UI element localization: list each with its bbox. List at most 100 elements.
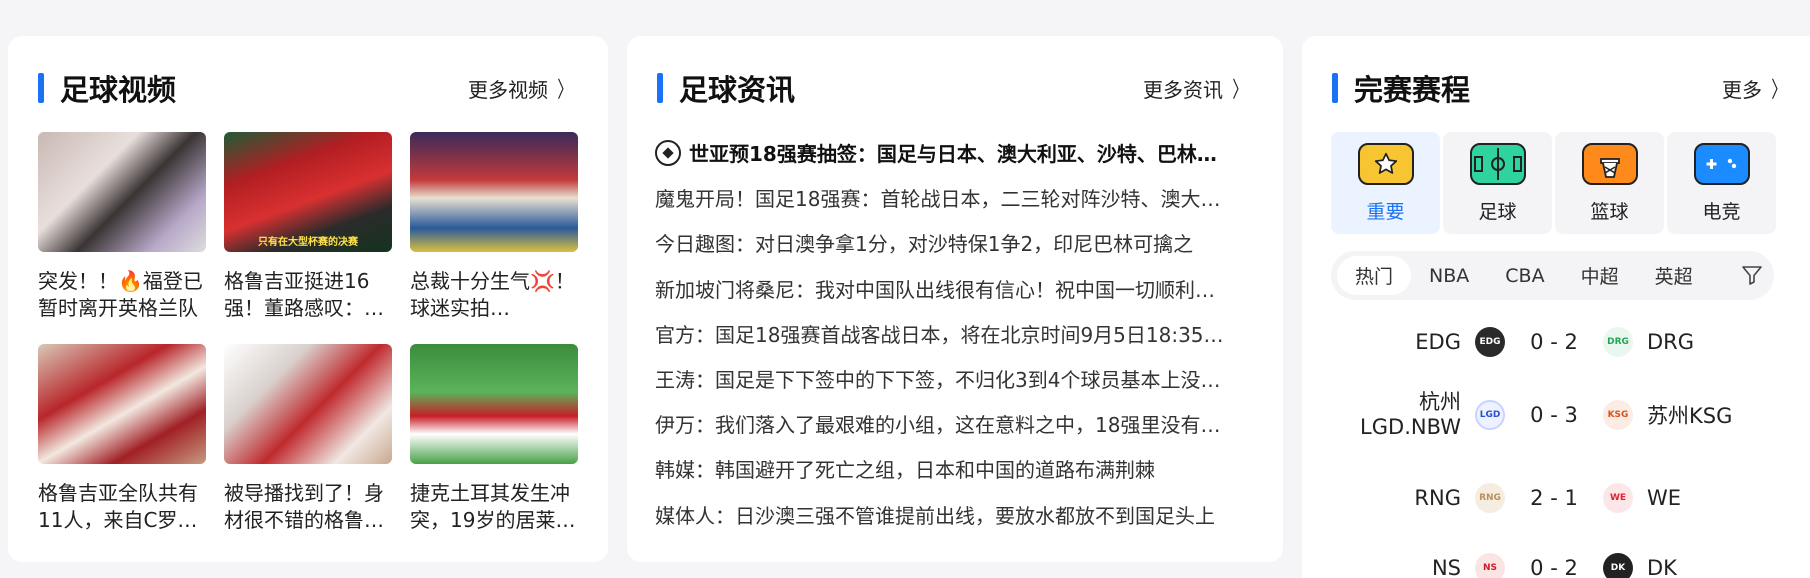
team-logo: KSG	[1603, 400, 1633, 430]
chevron-right-icon: 〉	[1232, 78, 1248, 103]
tab-cba[interactable]: CBA	[1487, 256, 1562, 295]
news-item[interactable]: 伊万：我们落入了最艰难的小组，这在意料之中，18强里没有…	[655, 401, 1255, 446]
news-item[interactable]: 新加坡门将桑尼：我对中国队出线很有信心！祝中国一切顺利…	[655, 266, 1255, 311]
soccer-field-icon	[1469, 142, 1526, 185]
news-item-text[interactable]: 新加坡门将桑尼：我对中国队出线很有信心！祝中国一切顺利…	[655, 274, 1215, 303]
category-label: 足球	[1478, 200, 1517, 223]
sport-category-tabs: 重要 足球 篮球 电竞	[1331, 132, 1776, 234]
news-item-text[interactable]: 官方：国足18强赛首战客战日本，将在北京时间9月5日18:35…	[655, 319, 1224, 348]
video-caption[interactable]: 总裁十分生气💢！球迷实拍…	[410, 268, 578, 322]
video-item[interactable]: 被导播找到了！身材很不错的格鲁…	[224, 344, 392, 534]
video-grid: 突发！！🔥福登已暂时离开英格兰队 只有在大型杯赛的决赛 格鲁吉亚挺进16强！董路…	[38, 132, 578, 534]
video-card-title: 足球视频	[38, 67, 176, 109]
home-team-name: RNG	[1414, 485, 1461, 510]
star-icon	[1357, 142, 1414, 185]
news-item-text[interactable]: 王涛：国足是下下签中的下下签，不归化3到4个球员基本上没…	[655, 364, 1220, 393]
schedule-card-title: 完赛赛程	[1332, 67, 1470, 109]
more-videos-label: 更多视频	[467, 77, 548, 102]
match-list: EDG EDG 0 - 2 DRG DRG 杭州LGD.NBW LGD 0 - …	[1331, 312, 1774, 578]
team-logo: EDG	[1475, 327, 1505, 357]
news-item[interactable]: 官方：国足18强赛首战客战日本，将在北京时间9月5日18:35…	[655, 311, 1255, 356]
match-score: 2 - 1	[1530, 486, 1578, 510]
news-card-header: 足球资讯 更多资讯 〉	[657, 68, 1251, 108]
video-caption[interactable]: 突发！！🔥福登已暂时离开英格兰队	[38, 268, 206, 322]
category-esports[interactable]: 电竞	[1667, 132, 1776, 234]
league-tabs: 热门 NBA CBA 中超 英超	[1331, 251, 1774, 300]
tab-epl[interactable]: 英超	[1637, 256, 1711, 295]
category-football[interactable]: 足球	[1443, 132, 1552, 234]
chevron-right-icon: 〉	[557, 78, 573, 103]
news-item-text[interactable]: 媒体人：日沙澳三强不管谁提前出线，要放水都放不到国足头上	[655, 500, 1215, 529]
match-row[interactable]: RNG RNG 2 - 1 WE WE	[1331, 458, 1774, 538]
video-caption[interactable]: 格鲁吉亚全队共有11人，来自C罗…	[38, 480, 206, 534]
football-video-card: 足球视频 更多视频 〉 突发！！🔥福登已暂时离开英格兰队 只有在大型杯赛的决赛 …	[8, 36, 608, 562]
video-item[interactable]: 格鲁吉亚全队共有11人，来自C罗…	[38, 344, 206, 534]
video-item[interactable]: 捷克土耳其发生冲突，19岁的居莱…	[410, 344, 578, 534]
news-title-text: 足球资讯	[679, 73, 796, 107]
away-team-name: DRG	[1647, 330, 1695, 354]
video-thumbnail[interactable]: 只有在大型杯赛的决赛	[224, 132, 392, 252]
schedule-title-text: 完赛赛程	[1354, 73, 1471, 107]
team-logo: DK	[1603, 553, 1633, 578]
video-item[interactable]: 突发！！🔥福登已暂时离开英格兰队	[38, 132, 206, 322]
video-caption[interactable]: 被导播找到了！身材很不错的格鲁…	[224, 480, 392, 534]
more-news-label: 更多资讯	[1142, 77, 1223, 102]
news-item-text[interactable]: 韩媒：韩国避开了死亡之组，日本和中国的道路布满荆棘	[655, 454, 1155, 483]
video-item[interactable]: 只有在大型杯赛的决赛 格鲁吉亚挺进16强！董路感叹：…	[224, 132, 392, 322]
team-logo: LGD	[1475, 400, 1505, 430]
tab-nba[interactable]: NBA	[1411, 256, 1487, 295]
video-thumbnail[interactable]	[410, 132, 578, 252]
news-item[interactable]: 王涛：国足是下下签中的下下签，不归化3到4个球员基本上没…	[655, 356, 1255, 401]
tab-hot[interactable]: 热门	[1337, 256, 1412, 295]
news-item-text[interactable]: 今日趣图：对日澳争拿1分，对沙特保1争2，印尼巴林可擒之	[655, 228, 1193, 257]
football-news-card: 足球资讯 更多资讯 〉 世亚预18强赛抽签：国足与日本、澳大利亚、沙特、巴林… …	[627, 36, 1283, 562]
more-videos-link[interactable]: 更多视频 〉	[468, 72, 576, 104]
news-headline-text[interactable]: 世亚预18强赛抽签：国足与日本、澳大利亚、沙特、巴林…	[689, 138, 1217, 167]
category-label: 电竞	[1702, 200, 1741, 223]
filter-icon[interactable]	[1740, 263, 1764, 287]
more-schedule-link[interactable]: 更多 〉	[1722, 72, 1790, 104]
home-team-name: NS	[1431, 555, 1461, 578]
news-item-text[interactable]: 伊万：我们落入了最艰难的小组，这在意料之中，18强里没有…	[655, 409, 1220, 438]
match-row[interactable]: NS NS 0 - 2 DK DK	[1331, 538, 1774, 578]
video-caption[interactable]: 捷克土耳其发生冲突，19岁的居莱…	[410, 480, 578, 534]
category-important[interactable]: 重要	[1331, 132, 1440, 234]
video-thumbnail[interactable]	[224, 344, 392, 464]
team-logo: WE	[1603, 483, 1633, 513]
match-score: 0 - 2	[1530, 556, 1578, 578]
match-score: 0 - 2	[1530, 330, 1578, 354]
news-item[interactable]: 魔鬼开局！国足18强赛：首轮战日本，二三轮对阵沙特、澳大…	[655, 175, 1255, 220]
video-thumbnail[interactable]	[38, 344, 206, 464]
match-score: 0 - 3	[1530, 403, 1578, 427]
news-headline[interactable]: 世亚预18强赛抽签：国足与日本、澳大利亚、沙特、巴林…	[655, 130, 1255, 175]
gamepad-icon	[1693, 142, 1750, 185]
video-title-text: 足球视频	[60, 73, 177, 107]
news-item[interactable]: 媒体人：日沙澳三强不管谁提前出线，要放水都放不到国足头上	[655, 492, 1255, 537]
away-team-name: DK	[1647, 556, 1677, 578]
match-schedule-card: 完赛赛程 更多 〉 重要 足球 篮球 电竞 热门 NBA CBA 中超 英超 E…	[1302, 36, 1810, 578]
video-thumbnail[interactable]	[410, 344, 578, 464]
thumbnail-overlay-text: 只有在大型杯赛的决赛	[258, 237, 358, 248]
schedule-card-header: 完赛赛程 更多 〉	[1332, 68, 1790, 108]
team-logo: RNG	[1475, 483, 1505, 513]
video-caption[interactable]: 格鲁吉亚挺进16强！董路感叹：…	[224, 268, 392, 322]
home-team-name: 杭州LGD.NBW	[1360, 390, 1461, 439]
category-label: 篮球	[1590, 200, 1629, 223]
video-thumbnail[interactable]	[38, 132, 206, 252]
category-basketball[interactable]: 篮球	[1555, 132, 1664, 234]
news-item[interactable]: 今日趣图：对日澳争拿1分，对沙特保1争2，印尼巴林可擒之	[655, 220, 1255, 265]
away-team-name: 苏州KSG	[1647, 404, 1733, 428]
match-row[interactable]: 杭州LGD.NBW LGD 0 - 3 KSG 苏州KSG	[1331, 372, 1774, 458]
title-accent-bar	[1332, 73, 1338, 103]
news-item[interactable]: 韩媒：韩国避开了死亡之组，日本和中国的道路布满荆棘	[655, 446, 1255, 491]
match-row[interactable]: EDG EDG 0 - 2 DRG DRG	[1331, 312, 1774, 372]
more-schedule-label: 更多	[1721, 77, 1762, 102]
news-card-title: 足球资讯	[657, 67, 795, 109]
team-logo: DRG	[1603, 327, 1633, 357]
more-news-link[interactable]: 更多资讯 〉	[1143, 72, 1251, 104]
tab-csl[interactable]: 中超	[1563, 256, 1637, 295]
video-item[interactable]: 总裁十分生气💢！球迷实拍…	[410, 132, 578, 322]
basketball-hoop-icon	[1581, 142, 1638, 185]
soccer-ball-icon	[655, 139, 681, 166]
news-item-text[interactable]: 魔鬼开局！国足18强赛：首轮战日本，二三轮对阵沙特、澳大…	[655, 183, 1220, 212]
